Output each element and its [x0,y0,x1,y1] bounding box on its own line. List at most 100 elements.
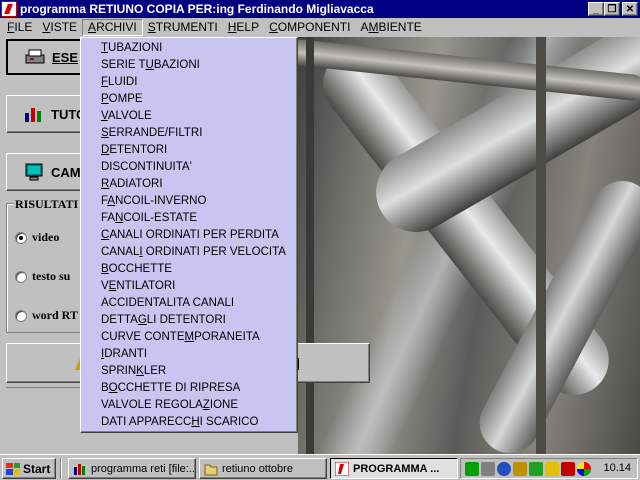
archivi-menu-item[interactable]: TUBAZIONI [81,40,297,57]
menu-item-text: OMPE [108,93,143,105]
menu-file[interactable]: FILE [2,19,37,36]
menu-ambiente-mnemonic: M [368,20,379,34]
monitor-tray-icon[interactable] [529,461,543,476]
app-task-icon [334,461,350,476]
archivi-menu-item[interactable]: VALVOLE [81,108,297,125]
radio-testo-circle[interactable] [15,270,27,283]
menu-archivi[interactable]: ARCHIVI [82,19,143,36]
task-programma-active-label: PROGRAMMA ... [353,462,440,475]
app-icon[interactable] [1,1,17,17]
menu-item-text: IONE [209,399,238,411]
archivi-menu-item[interactable]: ACCIDENTALITA CANALI [81,295,297,312]
menu-item-text: CURVE CONTE [101,331,185,343]
task-programma-reti-label: programma reti [file:... [91,462,196,475]
risultati-group-title: RISULTATI [13,197,81,212]
task-retiuno-ottobre-label: retiuno ottobre [222,462,293,475]
minimize-button[interactable]: _ [588,2,604,16]
close-button[interactable]: ✕ [622,2,638,16]
menu-item-text: VALVOLE REGOLA [101,399,203,411]
archivi-menu-item[interactable]: DISCONTINUITA' [81,159,297,176]
archivi-menu-item[interactable]: FLUIDI [81,74,297,91]
window-title: programma RETIUNO COPIA PER:ing Ferdinan… [20,2,374,16]
menu-item-mnemonic: K [136,365,144,377]
restore-button[interactable]: ❐ [604,2,620,16]
archivi-menu-item[interactable]: CANALI ORDINATI PER VELOCITA [81,244,297,261]
folder-icon [204,462,218,476]
archivi-menu-item[interactable]: FANCOIL-ESTATE [81,210,297,227]
archivi-menu-item[interactable]: CANALI ORDINATI PER PERDITA [81,227,297,244]
menu-item-text: DRANTI [104,348,148,360]
radio-word[interactable]: word RT [15,308,78,323]
menu-archivi-mnemonic: A [88,20,97,34]
acrobat-tray-icon[interactable] [561,461,575,476]
monitor-icon [23,163,45,181]
start-button[interactable]: Start [2,458,56,479]
radio-video[interactable]: video [15,230,59,245]
archivi-dropdown-menu: TUBAZIONI SERIE TUBAZIONI FLUIDI POMPE VALVO… [80,37,298,433]
menu-item-text: LUIDI [108,76,138,88]
menu-viste-rest: ISTE [50,20,78,34]
archivi-menu-item[interactable]: SERIE TUBAZIONI [81,57,297,74]
radio-testo[interactable]: testo su [15,269,70,284]
archivi-menu-item[interactable]: SPRINKLER [81,363,297,380]
menu-item-text: CCHETTE DI RIPRESA [117,382,241,394]
menu-componenti-rest: OMPONENTI [277,20,351,34]
menu-item-text: OCCHETTE [108,263,172,275]
menu-item-text: NTILATORI [116,280,176,292]
menu-item-mnemonic: S [101,127,109,139]
clock[interactable]: 10.14 [603,462,631,474]
archivi-menu-item[interactable]: FANCOIL-INVERNO [81,193,297,210]
title-bar[interactable]: programma RETIUNO COPIA PER:ing Ferdinan… [0,0,640,18]
task-programma-active[interactable]: PROGRAMMA ... [330,458,458,479]
menu-help[interactable]: HELP [223,19,264,36]
menu-item-text: LER [143,365,167,377]
menu-item-text: SERIE T [101,59,146,71]
archivi-menu-item[interactable]: DATI APPARECCHI SCARICO [81,414,297,431]
cambia-label: CAM [51,164,81,180]
menu-item-mnemonic: T [101,42,109,54]
menu-item-text: ERRANDE/FILTRI [108,127,203,139]
menu-item-mnemonic: V [101,110,108,122]
color-wheel-tray-icon[interactable] [577,461,591,476]
folder-tray-icon[interactable] [545,461,559,476]
speaker-tray-icon[interactable] [481,461,495,476]
menu-item-text: FA [101,212,116,224]
menu-strumenti-mnemonic: S [147,20,156,34]
start-label: Start [23,461,51,476]
menu-item-text: ANALI ORDINATI PER PERDITA [109,229,279,241]
radio-video-circle[interactable] [15,231,27,244]
archivi-menu-item[interactable]: BOCCHETTE [81,261,297,278]
archivi-menu-item[interactable]: IDRANTI [81,346,297,363]
archivi-menu-item[interactable]: CURVE CONTEMPORANEITA [81,329,297,346]
archivi-menu-item[interactable]: VALVOLE REGOLAZIONE [81,397,297,414]
menu-ambiente[interactable]: AMBIENTE [355,19,426,36]
menu-item-text: PORANEITA [194,331,260,343]
menu-item-mnemonic: A [107,195,116,207]
archivi-menu-item[interactable]: SERRANDE/FILTRI [81,125,297,142]
menu-item-text: UBAZIONI [108,42,163,54]
archivi-menu-item[interactable]: POMPE [81,91,297,108]
menu-bar: FILE VISTE ARCHIVI STRUMENTI HELP COMPON… [0,18,640,37]
menu-viste[interactable]: VISTE [37,19,82,36]
archivi-menu-item[interactable]: DETTAGLI DETENTORI [81,312,297,329]
scheduler-tray-icon[interactable] [513,461,527,476]
menu-strumenti[interactable]: STRUMENTI [143,19,223,36]
system-tray: 10.14 [460,458,638,479]
menu-item-text: DISCONTINUITA' [101,161,192,173]
menu-item-text: ADIATORI [109,178,163,190]
archivi-menu-item[interactable]: BOCCHETTE DI RIPRESA [81,380,297,397]
menu-item-text: LI DETENTORI [146,314,226,326]
network-tray-icon[interactable] [465,461,479,476]
archivi-menu-item[interactable]: VENTILATORI [81,278,297,295]
radio-word-circle[interactable] [15,309,27,322]
task-retiuno-ottobre[interactable]: retiuno ottobre [199,458,327,479]
globe-tray-icon[interactable] [497,461,511,476]
archivi-menu-item[interactable]: DETENTORI [81,142,297,159]
archivi-menu-item[interactable]: RADIATORI [81,176,297,193]
window-controls: _ ❐ ✕ [588,2,638,16]
menu-componenti[interactable]: COMPONENTI [264,19,355,36]
radio-testo-label: testo su [32,269,71,283]
task-programma-reti[interactable]: programma reti [file:... [68,458,196,479]
menu-help-rest: ELP [236,20,260,34]
esegui-label: ESE [52,49,79,65]
